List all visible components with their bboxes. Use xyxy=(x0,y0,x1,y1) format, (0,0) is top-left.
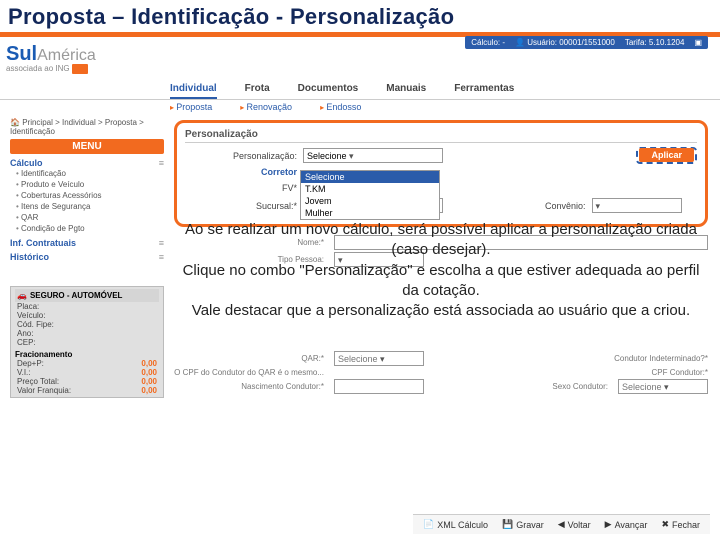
menu-section-hist[interactable]: Histórico xyxy=(10,252,164,262)
sub-tabs: Proposta Renovação Endosso xyxy=(0,100,720,114)
subtab-proposta[interactable]: Proposta xyxy=(170,102,212,112)
fechar-button[interactable]: ✖ Fechar xyxy=(657,518,704,531)
personalizacao-select[interactable]: Selecione xyxy=(303,148,443,163)
seguro-ano: Ano: xyxy=(15,329,159,338)
seguro-header: 🚗 SEGURO - AUTOMÓVEL xyxy=(15,289,159,302)
tab-frota[interactable]: Frota xyxy=(245,80,270,99)
personalizacao-highlight: Personalização Personalização: Selecione… xyxy=(174,120,708,227)
menu-item-produto[interactable]: Produto e Veículo xyxy=(10,179,164,190)
frac-header: Fracionamento xyxy=(15,350,159,359)
seguro-placa: Placa: xyxy=(15,302,159,311)
cpfcond-label: CPF Condutor:* xyxy=(652,368,708,377)
menu-item-identificacao[interactable]: Identificação xyxy=(10,168,164,179)
condutor-label: Condutor Indeterminado?* xyxy=(614,354,708,363)
menu-section-calculo[interactable]: Cálculo xyxy=(10,158,164,168)
dropdown-opt-selecione[interactable]: Selecione xyxy=(301,171,439,183)
brand-logo: SulAmérica xyxy=(6,43,96,66)
sexo-label: Sexo Condutor: xyxy=(552,382,608,391)
seguro-cep: CEP: xyxy=(15,338,159,347)
menu-header: MENU xyxy=(10,139,164,154)
menu-item-itens[interactable]: Itens de Segurança xyxy=(10,201,164,212)
panel-title: Personalização xyxy=(185,129,697,143)
menu-item-cond-pgto[interactable]: Condição de Pgto xyxy=(10,223,164,234)
sucursal-label: Sucursal:* xyxy=(185,201,297,211)
tab-ferramentas[interactable]: Ferramentas xyxy=(454,80,514,99)
xml-button[interactable]: 📄 XML Cálculo xyxy=(419,518,492,531)
nasc-input[interactable] xyxy=(334,379,424,394)
qar-label: QAR:* xyxy=(174,354,324,363)
tab-documentos[interactable]: Documentos xyxy=(298,80,359,99)
subtab-renovacao[interactable]: Renovação xyxy=(240,102,292,112)
convenio-label: Convênio: xyxy=(545,201,586,211)
voltar-button[interactable]: ◀ Voltar xyxy=(554,518,595,531)
avancar-button[interactable]: ▶ Avançar xyxy=(601,518,652,531)
qar-select[interactable]: Selecione xyxy=(334,351,424,366)
dropdown-opt-mulher[interactable]: Mulher xyxy=(301,207,439,219)
frac-row-3: Preço Total:0,00 xyxy=(15,377,159,386)
corretor-label: Corretor xyxy=(185,167,297,177)
collapse-icon[interactable]: ▣ xyxy=(694,38,702,47)
menu-item-coberturas[interactable]: Coberturas Acessórios xyxy=(10,190,164,201)
gravar-button[interactable]: 💾 Gravar xyxy=(498,518,548,531)
seguro-veiculo: Veículo: xyxy=(15,311,159,320)
breadcrumb[interactable]: Principal > Individual > Proposta > Iden… xyxy=(10,118,164,136)
bottom-toolbar: 📄 XML Cálculo 💾 Gravar ◀ Voltar ▶ Avança… xyxy=(413,514,710,534)
dropdown-opt-tkm[interactable]: T.KM xyxy=(301,183,439,195)
tab-manuais[interactable]: Manuais xyxy=(386,80,426,99)
tab-individual[interactable]: Individual xyxy=(170,80,217,99)
personalizacao-dropdown[interactable]: Selecione T.KM Jovem Mulher xyxy=(300,170,440,220)
seguro-panel: 🚗 SEGURO - AUTOMÓVEL Placa: Veículo: Cód… xyxy=(10,286,164,398)
fv-label: FV* xyxy=(185,183,297,193)
subtab-endosso[interactable]: Endosso xyxy=(320,102,361,112)
frac-row-2: V.I.:0,00 xyxy=(15,368,159,377)
sidebar: Principal > Individual > Proposta > Iden… xyxy=(0,118,170,398)
convenio-select[interactable] xyxy=(592,198,682,213)
personalizacao-label: Personalização: xyxy=(185,151,297,161)
sexo-select[interactable]: Selecione xyxy=(618,379,708,394)
slide-title: Proposta – Identificação - Personalizaçã… xyxy=(0,0,720,37)
main-tabs: Individual Frota Documentos Manuais Ferr… xyxy=(0,78,720,100)
menu-section-inf[interactable]: Inf. Contratuais xyxy=(10,238,164,248)
menu-item-qar[interactable]: QAR xyxy=(10,212,164,223)
calc-info: Cálculo: - xyxy=(471,38,505,47)
aplicar-button[interactable]: Aplicar xyxy=(639,148,694,162)
top-info-bar: Cálculo: - 👤 Usuário: 00001/1551000 Tari… xyxy=(465,36,708,49)
frac-row-4: Valor Franquia:0,00 xyxy=(15,386,159,395)
dropdown-opt-jovem[interactable]: Jovem xyxy=(301,195,439,207)
cpf-qar-label: O CPF do Condutor do QAR é o mesmo... xyxy=(174,368,324,377)
instruction-callout: Ao se realizar um novo cálculo, será pos… xyxy=(178,220,704,321)
tarifa-info: Tarifa: 5.10.1204 xyxy=(625,38,685,47)
seguro-fipe: Cód. Fipe: xyxy=(15,320,159,329)
nasc-label: Nascimento Condutor:* xyxy=(174,382,324,391)
brand-subtitle: associada ao ING xyxy=(6,64,96,74)
user-info: 👤 Usuário: 00001/1551000 xyxy=(515,38,615,47)
aplicar-highlight: Aplicar xyxy=(636,147,697,164)
frac-row-1: Dep+P:0,00 xyxy=(15,359,159,368)
